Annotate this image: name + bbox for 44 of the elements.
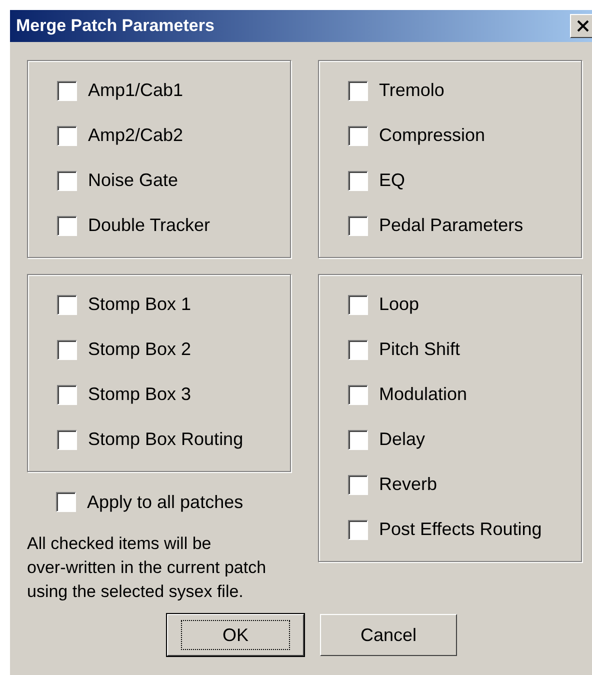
cancel-button[interactable]: Cancel: [320, 614, 457, 656]
window-title: Merge Patch Parameters: [16, 16, 214, 36]
checkbox[interactable]: [348, 216, 368, 236]
checkbox[interactable]: [348, 474, 368, 494]
checkbox-option[interactable]: Pedal Parameters: [348, 203, 581, 248]
checkbox-option[interactable]: Apply to all patches: [27, 482, 291, 522]
checkbox-option[interactable]: Stomp Box 3: [57, 372, 290, 417]
checkbox-option[interactable]: Amp2/Cab2: [57, 113, 290, 158]
checkbox-option[interactable]: EQ: [348, 158, 581, 203]
checkbox-option[interactable]: Post Effects Routing: [348, 507, 581, 552]
close-icon: [577, 20, 589, 32]
checkbox[interactable]: [57, 294, 77, 314]
checkbox[interactable]: [348, 294, 368, 314]
checkbox[interactable]: [57, 126, 77, 146]
checkbox-option[interactable]: Tremolo: [348, 68, 581, 113]
checkbox[interactable]: [348, 170, 368, 190]
checkbox-option[interactable]: Stomp Box Routing: [57, 417, 290, 462]
checkbox-option[interactable]: Stomp Box 2: [57, 327, 290, 372]
ok-button[interactable]: OK: [167, 614, 304, 656]
checkbox[interactable]: [348, 340, 368, 360]
checkbox-option[interactable]: Reverb: [348, 462, 581, 507]
checkbox[interactable]: [57, 170, 77, 190]
checkbox[interactable]: [57, 216, 77, 236]
checkbox-option[interactable]: Double Tracker: [57, 203, 290, 248]
checkbox-option[interactable]: Loop: [348, 282, 581, 327]
checkbox-option[interactable]: Modulation: [348, 372, 581, 417]
checkbox[interactable]: [57, 384, 77, 404]
close-button[interactable]: [570, 14, 592, 38]
checkbox[interactable]: [348, 520, 368, 540]
info-text: All checked items will be over-written in the current patch using the selected sysex file.: [27, 533, 268, 603]
checkbox[interactable]: [57, 80, 77, 100]
checkbox-option[interactable]: Delay: [348, 417, 581, 462]
checkbox[interactable]: [57, 340, 77, 360]
checkbox-option[interactable]: Noise Gate: [57, 158, 290, 203]
checkbox[interactable]: [348, 80, 368, 100]
checkbox-option[interactable]: Pitch Shift: [348, 327, 581, 372]
checkbox[interactable]: [348, 126, 368, 146]
checkbox[interactable]: [56, 492, 76, 512]
checkbox[interactable]: [348, 384, 368, 404]
checkbox-option[interactable]: Compression: [348, 113, 581, 158]
checkbox-option[interactable]: Amp1/Cab1: [57, 68, 290, 113]
checkbox[interactable]: [348, 430, 368, 450]
checkbox-option[interactable]: Stomp Box 1: [57, 282, 290, 327]
checkbox[interactable]: [57, 430, 77, 450]
